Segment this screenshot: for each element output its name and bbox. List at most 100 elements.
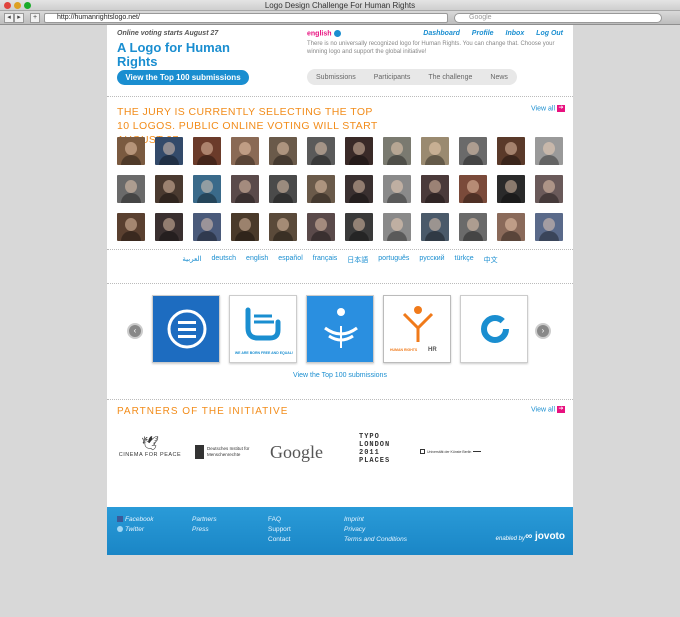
jury-member-photo[interactable] [345, 175, 373, 203]
jury-member-photo[interactable] [459, 213, 487, 241]
language-link[interactable]: français [313, 255, 338, 265]
faq-link[interactable]: FAQ [268, 515, 291, 525]
browser-toolbar: ◂ ▸ + http://humanrightslogo.net/ Google [0, 11, 680, 25]
dashboard-link[interactable]: Dashboard [423, 30, 460, 37]
contact-link[interactable]: Contact [268, 535, 291, 545]
enabled-by-label: enabled by [495, 536, 525, 542]
language-link[interactable]: español [278, 255, 303, 265]
jury-member-photo[interactable] [535, 137, 563, 165]
carousel-next-button[interactable]: › [535, 323, 551, 339]
twitter-link[interactable]: Twitter [117, 525, 154, 535]
jury-member-photo[interactable] [231, 137, 259, 165]
top100-button[interactable]: View the Top 100 submissions [117, 70, 249, 85]
jury-member-photo[interactable] [383, 175, 411, 203]
submission-card[interactable] [152, 295, 220, 363]
language-link[interactable]: deutsch [212, 255, 237, 265]
partner-logo-udk[interactable]: Universität der Künste Berlin [420, 449, 490, 454]
jury-member-photo[interactable] [231, 175, 259, 203]
view-top100-link[interactable]: View the Top 100 submissions [107, 372, 573, 379]
support-link[interactable]: Support [268, 525, 291, 535]
submission-card[interactable] [460, 295, 528, 363]
language-link[interactable]: العربية [182, 255, 201, 265]
back-button[interactable]: ◂ [4, 13, 14, 23]
jury-member-photo[interactable] [459, 137, 487, 165]
jury-member-photo[interactable] [193, 213, 221, 241]
facebook-link[interactable]: Facebook [117, 515, 154, 525]
nav-challenge[interactable]: The challenge [428, 74, 472, 81]
jury-member-photo[interactable] [117, 213, 145, 241]
card-caption: HUMAN RIGHTS [390, 348, 418, 352]
forward-button[interactable]: ▸ [14, 13, 24, 23]
language-link[interactable]: 日本語 [347, 255, 368, 265]
logout-link[interactable]: Log Out [536, 30, 563, 37]
submission-card[interactable]: HUMAN RIGHTS HR [383, 295, 451, 363]
nav-submissions[interactable]: Submissions [316, 74, 356, 81]
jury-member-photo[interactable] [421, 175, 449, 203]
jury-member-photo[interactable] [155, 213, 183, 241]
inbox-link[interactable]: Inbox [506, 30, 525, 37]
language-list: العربية deutsch english español français 日本語 p… [107, 255, 573, 265]
partner-logo-typo[interactable]: TYPO LONDON 2011 PLACES [359, 433, 399, 465]
jury-member-photo[interactable] [193, 137, 221, 165]
jury-member-photo[interactable] [459, 175, 487, 203]
jovoto-logo[interactable]: ∞ jovoto [525, 531, 565, 542]
jury-member-photo[interactable] [117, 175, 145, 203]
press-link[interactable]: Press [192, 525, 217, 535]
language-link[interactable]: english [246, 255, 268, 265]
site-logo-title[interactable]: A Logo for Human Rights [117, 41, 247, 69]
jury-member-photo[interactable] [421, 213, 449, 241]
profile-link[interactable]: Profile [472, 30, 494, 37]
jury-member-photo[interactable] [307, 175, 335, 203]
partner-label: Universität der Künste Berlin [427, 449, 472, 454]
partner-label: CINEMA FOR PEACE [118, 452, 182, 458]
partner-logo-cinema-for-peace[interactable]: 🕊 CINEMA FOR PEACE [117, 435, 183, 458]
partners-view-all-link[interactable]: View all ➔ [531, 406, 565, 413]
language-link[interactable]: português [378, 255, 409, 265]
jury-member-photo[interactable] [535, 213, 563, 241]
jury-member-photo[interactable] [155, 175, 183, 203]
language-selector[interactable]: english [307, 30, 341, 37]
close-window-icon[interactable] [4, 2, 11, 9]
arrow-right-icon: ➔ [557, 406, 565, 413]
add-bookmark-button[interactable]: + [30, 13, 40, 23]
minimize-window-icon[interactable] [14, 2, 21, 9]
nav-participants[interactable]: Participants [374, 74, 411, 81]
partner-logo-google[interactable]: Google [270, 442, 323, 463]
jury-member-photo[interactable] [193, 175, 221, 203]
jury-member-photo[interactable] [307, 213, 335, 241]
carousel-prev-button[interactable]: ‹ [127, 323, 143, 339]
partner-logo-dimr[interactable]: Deutsches Institut für Menschenrechte [195, 445, 265, 459]
privacy-link[interactable]: Privacy [344, 525, 407, 535]
jury-member-photo[interactable] [307, 137, 335, 165]
search-field[interactable]: Google [454, 13, 662, 23]
nav-news[interactable]: News [490, 74, 508, 81]
jury-member-photo[interactable] [497, 213, 525, 241]
jury-member-photo[interactable] [421, 137, 449, 165]
jury-member-photo[interactable] [117, 137, 145, 165]
jury-member-photo[interactable] [345, 213, 373, 241]
jury-member-photo[interactable] [269, 213, 297, 241]
jury-member-photo[interactable] [231, 213, 259, 241]
submission-card[interactable]: WE ARE BORN FREE AND EQUAL! [229, 295, 297, 363]
jury-member-photo[interactable] [383, 137, 411, 165]
jury-member-photo[interactable] [155, 137, 183, 165]
jury-member-photo[interactable] [383, 213, 411, 241]
jury-member-photo[interactable] [345, 137, 373, 165]
jury-member-photo[interactable] [535, 175, 563, 203]
address-bar[interactable]: http://humanrightslogo.net/ [44, 13, 448, 23]
jury-view-all-link[interactable]: View all ➔ [531, 105, 565, 112]
language-link[interactable]: türkçe [455, 255, 474, 265]
language-link[interactable]: русский [419, 255, 444, 265]
terms-link[interactable]: Terms and Conditions [344, 535, 407, 545]
jury-member-photo[interactable] [497, 137, 525, 165]
language-link[interactable]: 中文 [484, 255, 498, 265]
partners-link[interactable]: Partners [192, 515, 217, 525]
divider [107, 249, 573, 250]
twitter-icon [117, 526, 123, 533]
imprint-link[interactable]: Imprint [344, 515, 407, 525]
jury-member-photo[interactable] [269, 137, 297, 165]
submission-card[interactable] [306, 295, 374, 363]
jury-member-photo[interactable] [269, 175, 297, 203]
zoom-window-icon[interactable] [24, 2, 31, 9]
jury-member-photo[interactable] [497, 175, 525, 203]
